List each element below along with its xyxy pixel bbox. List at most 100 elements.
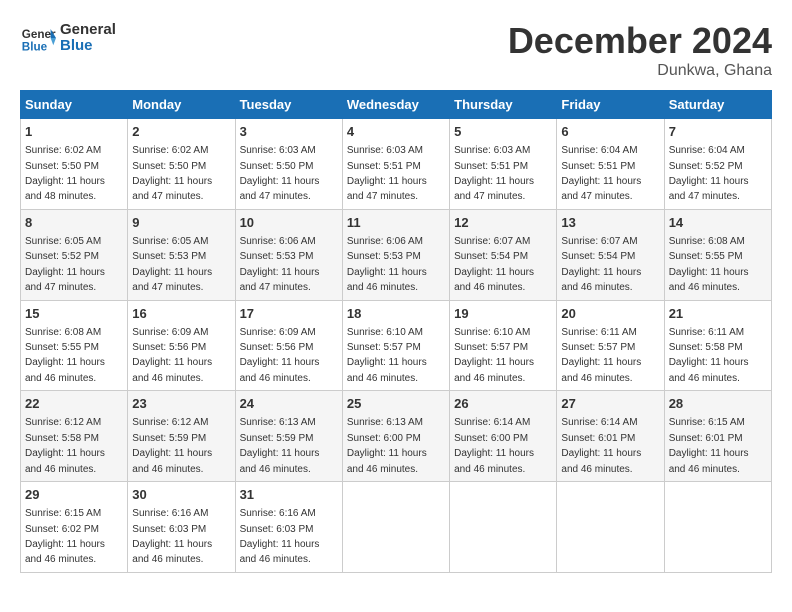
week-row-4: 22Sunrise: 6:12 AMSunset: 5:58 PMDayligh… bbox=[21, 391, 772, 482]
day-header-saturday: Saturday bbox=[664, 91, 771, 119]
day-number: 20 bbox=[561, 305, 659, 323]
calendar-cell: 13 Sunrise: 6:07 AMSunset: 5:54 PMDayligh… bbox=[557, 209, 664, 300]
day-header-wednesday: Wednesday bbox=[342, 91, 449, 119]
calendar-cell: 1 Sunrise: 6:02 AMSunset: 5:50 PMDaylight… bbox=[21, 119, 128, 210]
day-info: Sunrise: 6:10 AMSunset: 5:57 PMDaylight:… bbox=[347, 327, 427, 384]
day-number: 11 bbox=[347, 214, 445, 232]
day-number: 24 bbox=[240, 395, 338, 413]
calendar-cell: 27 Sunrise: 6:14 AMSunset: 6:01 PMDayligh… bbox=[557, 391, 664, 482]
day-info: Sunrise: 6:11 AMSunset: 5:58 PMDaylight:… bbox=[669, 327, 749, 384]
logo-blue: Blue bbox=[60, 38, 116, 55]
day-number: 3 bbox=[240, 123, 338, 141]
day-info: Sunrise: 6:10 AMSunset: 5:57 PMDaylight:… bbox=[454, 327, 534, 384]
logo-general: General bbox=[60, 22, 116, 39]
day-info: Sunrise: 6:15 AMSunset: 6:01 PMDaylight:… bbox=[669, 417, 749, 474]
week-row-2: 8 Sunrise: 6:05 AMSunset: 5:52 PMDaylight… bbox=[21, 209, 772, 300]
calendar-cell: 2Sunrise: 6:02 AMSunset: 5:50 PMDaylight… bbox=[128, 119, 235, 210]
day-info: Sunrise: 6:16 AMSunset: 6:03 PMDaylight:… bbox=[240, 508, 320, 565]
week-row-3: 15Sunrise: 6:08 AMSunset: 5:55 PMDayligh… bbox=[21, 300, 772, 391]
calendar-cell bbox=[342, 482, 449, 573]
day-info: Sunrise: 6:07 AMSunset: 5:54 PMDaylight:… bbox=[561, 236, 641, 293]
logo: General Blue General Blue bbox=[20, 20, 116, 56]
calendar-cell: 12 Sunrise: 6:07 AMSunset: 5:54 PMDayligh… bbox=[450, 209, 557, 300]
month-title: December 2024 bbox=[508, 20, 772, 62]
day-info: Sunrise: 6:02 AMSunset: 5:50 PMDaylight:… bbox=[25, 145, 105, 202]
day-header-sunday: Sunday bbox=[21, 91, 128, 119]
day-number: 19 bbox=[454, 305, 552, 323]
day-number: 31 bbox=[240, 486, 338, 504]
calendar-cell: 15Sunrise: 6:08 AMSunset: 5:55 PMDayligh… bbox=[21, 300, 128, 391]
day-info: Sunrise: 6:14 AMSunset: 6:00 PMDaylight:… bbox=[454, 417, 534, 474]
calendar-cell: 31 Sunrise: 6:16 AMSunset: 6:03 PMDayligh… bbox=[235, 482, 342, 573]
day-number: 9 bbox=[132, 214, 230, 232]
day-info: Sunrise: 6:05 AMSunset: 5:52 PMDaylight:… bbox=[25, 236, 105, 293]
day-info: Sunrise: 6:03 AMSunset: 5:51 PMDaylight:… bbox=[454, 145, 534, 202]
calendar-cell: 3 Sunrise: 6:03 AMSunset: 5:50 PMDaylight… bbox=[235, 119, 342, 210]
location: Dunkwa, Ghana bbox=[508, 62, 772, 80]
calendar-cell: 7 Sunrise: 6:04 AMSunset: 5:52 PMDaylight… bbox=[664, 119, 771, 210]
day-info: Sunrise: 6:06 AMSunset: 5:53 PMDaylight:… bbox=[240, 236, 320, 293]
day-number: 12 bbox=[454, 214, 552, 232]
calendar-cell: 21 Sunrise: 6:11 AMSunset: 5:58 PMDayligh… bbox=[664, 300, 771, 391]
day-info: Sunrise: 6:04 AMSunset: 5:51 PMDaylight:… bbox=[561, 145, 641, 202]
day-info: Sunrise: 6:08 AMSunset: 5:55 PMDaylight:… bbox=[669, 236, 749, 293]
day-info: Sunrise: 6:09 AMSunset: 5:56 PMDaylight:… bbox=[240, 327, 320, 384]
calendar-cell: 19 Sunrise: 6:10 AMSunset: 5:57 PMDayligh… bbox=[450, 300, 557, 391]
day-header-friday: Friday bbox=[557, 91, 664, 119]
day-info: Sunrise: 6:06 AMSunset: 5:53 PMDaylight:… bbox=[347, 236, 427, 293]
calendar-cell: 17 Sunrise: 6:09 AMSunset: 5:56 PMDayligh… bbox=[235, 300, 342, 391]
day-info: Sunrise: 6:03 AMSunset: 5:50 PMDaylight:… bbox=[240, 145, 320, 202]
calendar-cell: 14 Sunrise: 6:08 AMSunset: 5:55 PMDayligh… bbox=[664, 209, 771, 300]
day-number: 14 bbox=[669, 214, 767, 232]
day-info: Sunrise: 6:04 AMSunset: 5:52 PMDaylight:… bbox=[669, 145, 749, 202]
day-number: 10 bbox=[240, 214, 338, 232]
day-header-tuesday: Tuesday bbox=[235, 91, 342, 119]
day-number: 7 bbox=[669, 123, 767, 141]
day-info: Sunrise: 6:12 AMSunset: 5:59 PMDaylight:… bbox=[132, 417, 212, 474]
day-number: 21 bbox=[669, 305, 767, 323]
calendar-cell: 20 Sunrise: 6:11 AMSunset: 5:57 PMDayligh… bbox=[557, 300, 664, 391]
day-number: 25 bbox=[347, 395, 445, 413]
day-number: 22 bbox=[25, 395, 123, 413]
day-number: 2 bbox=[132, 123, 230, 141]
calendar-cell: 23 Sunrise: 6:12 AMSunset: 5:59 PMDayligh… bbox=[128, 391, 235, 482]
calendar-cell bbox=[557, 482, 664, 573]
day-header-thursday: Thursday bbox=[450, 91, 557, 119]
day-info: Sunrise: 6:14 AMSunset: 6:01 PMDaylight:… bbox=[561, 417, 641, 474]
week-row-1: 1 Sunrise: 6:02 AMSunset: 5:50 PMDaylight… bbox=[21, 119, 772, 210]
day-number: 27 bbox=[561, 395, 659, 413]
calendar-cell: 26 Sunrise: 6:14 AMSunset: 6:00 PMDayligh… bbox=[450, 391, 557, 482]
day-info: Sunrise: 6:16 AMSunset: 6:03 PMDaylight:… bbox=[132, 508, 212, 565]
day-number: 8 bbox=[25, 214, 123, 232]
calendar-cell: 5Sunrise: 6:03 AMSunset: 5:51 PMDaylight… bbox=[450, 119, 557, 210]
day-info: Sunrise: 6:15 AMSunset: 6:02 PMDaylight:… bbox=[25, 508, 105, 565]
day-info: Sunrise: 6:11 AMSunset: 5:57 PMDaylight:… bbox=[561, 327, 641, 384]
calendar-body: 1 Sunrise: 6:02 AMSunset: 5:50 PMDaylight… bbox=[21, 119, 772, 573]
calendar-cell: 9Sunrise: 6:05 AMSunset: 5:53 PMDaylight… bbox=[128, 209, 235, 300]
calendar-cell: 16Sunrise: 6:09 AMSunset: 5:56 PMDayligh… bbox=[128, 300, 235, 391]
day-info: Sunrise: 6:08 AMSunset: 5:55 PMDaylight:… bbox=[25, 327, 105, 384]
day-number: 6 bbox=[561, 123, 659, 141]
day-number: 29 bbox=[25, 486, 123, 504]
day-info: Sunrise: 6:13 AMSunset: 6:00 PMDaylight:… bbox=[347, 417, 427, 474]
calendar-table: SundayMondayTuesdayWednesdayThursdayFrid… bbox=[20, 90, 772, 573]
calendar-cell: 18 Sunrise: 6:10 AMSunset: 5:57 PMDayligh… bbox=[342, 300, 449, 391]
day-info: Sunrise: 6:03 AMSunset: 5:51 PMDaylight:… bbox=[347, 145, 427, 202]
day-info: Sunrise: 6:13 AMSunset: 5:59 PMDaylight:… bbox=[240, 417, 320, 474]
day-number: 30 bbox=[132, 486, 230, 504]
day-number: 13 bbox=[561, 214, 659, 232]
calendar-cell: 24 Sunrise: 6:13 AMSunset: 5:59 PMDayligh… bbox=[235, 391, 342, 482]
day-number: 16 bbox=[132, 305, 230, 323]
day-number: 26 bbox=[454, 395, 552, 413]
day-number: 4 bbox=[347, 123, 445, 141]
day-number: 18 bbox=[347, 305, 445, 323]
day-info: Sunrise: 6:07 AMSunset: 5:54 PMDaylight:… bbox=[454, 236, 534, 293]
svg-text:Blue: Blue bbox=[22, 41, 48, 54]
day-number: 1 bbox=[25, 123, 123, 141]
day-number: 28 bbox=[669, 395, 767, 413]
day-number: 17 bbox=[240, 305, 338, 323]
calendar-cell: 8 Sunrise: 6:05 AMSunset: 5:52 PMDaylight… bbox=[21, 209, 128, 300]
day-number: 23 bbox=[132, 395, 230, 413]
header-row: SundayMondayTuesdayWednesdayThursdayFrid… bbox=[21, 91, 772, 119]
calendar-cell: 10 Sunrise: 6:06 AMSunset: 5:53 PMDayligh… bbox=[235, 209, 342, 300]
